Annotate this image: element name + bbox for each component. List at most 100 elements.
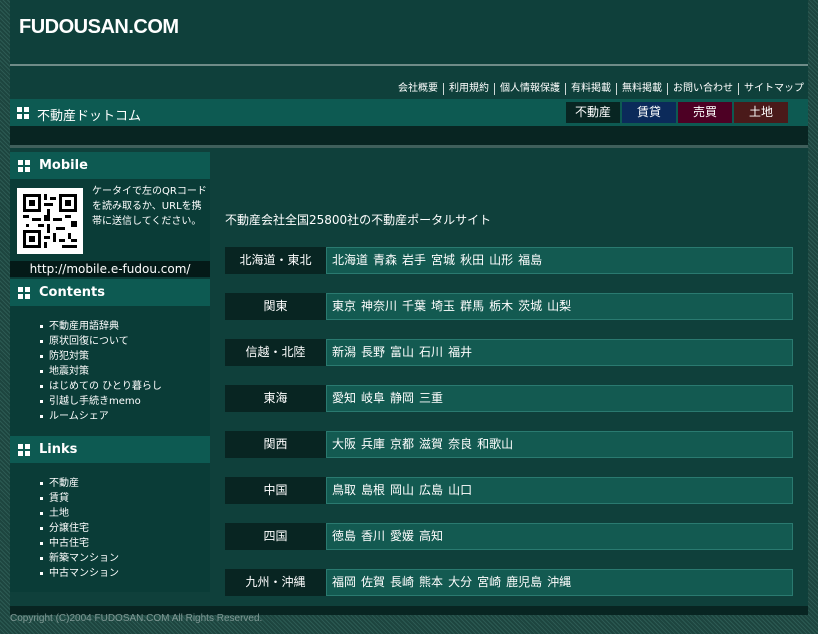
prefecture-links: 東京 神奈川 千葉 埼玉 群馬 栃木 茨城 山梨	[326, 293, 793, 320]
prefecture-link[interactable]: 千葉	[402, 299, 426, 313]
page-frame: FUDOUSAN.COM 会社概要 利用規約 個人情報保護 有料掲載 無料掲載 お問い合わ…	[10, 0, 808, 606]
region-name: 関東	[225, 293, 326, 320]
prefecture-link[interactable]: 大分	[448, 575, 472, 589]
links-list: 不動産 賃貸 土地 分譲住宅 中古住宅 新築マンション 中古マンション	[40, 476, 119, 581]
contents-link[interactable]: 不動産用語辞典	[40, 319, 162, 334]
prefecture-link[interactable]: 石川	[419, 345, 443, 359]
prefecture-link[interactable]: 山梨	[547, 299, 571, 313]
site-logo[interactable]: FUDOUSAN.COM	[19, 16, 179, 39]
mobile-instructions: ケータイで左のQRコードを読み取るか、URLを携帯に送信してください。	[92, 186, 207, 227]
prefecture-link[interactable]: 熊本	[419, 575, 443, 589]
region-name: 中国	[225, 477, 326, 504]
site-name: 不動産ドットコム	[37, 109, 142, 124]
util-link[interactable]: 有料掲載	[566, 83, 617, 95]
prefecture-link[interactable]: 富山	[390, 345, 414, 359]
prefecture-link[interactable]: 大阪	[332, 437, 356, 451]
prefecture-link[interactable]: 鳥取	[332, 483, 356, 497]
links-link[interactable]: 賃貸	[40, 491, 119, 506]
util-link[interactable]: サイトマップ	[739, 83, 804, 95]
links-link[interactable]: 中古住宅	[40, 536, 119, 551]
prefecture-link[interactable]: 福岡	[332, 575, 356, 589]
links-link[interactable]: 土地	[40, 506, 119, 521]
util-link[interactable]: 利用規約	[444, 83, 495, 95]
prefecture-link[interactable]: 香川	[361, 529, 385, 543]
prefecture-link[interactable]: 東京	[332, 299, 356, 313]
prefecture-link[interactable]: 岐阜	[361, 391, 385, 405]
prefecture-link[interactable]: 徳島	[332, 529, 356, 543]
prefecture-link[interactable]: 神奈川	[361, 299, 397, 313]
links-link[interactable]: 中古マンション	[40, 566, 119, 581]
tagline: 不動産会社全国25800社の不動産ポータルサイト	[225, 213, 492, 227]
prefecture-link[interactable]: 秋田	[460, 253, 484, 267]
util-link[interactable]: 無料掲載	[617, 83, 668, 95]
links-link[interactable]: 新築マンション	[40, 551, 119, 566]
prefecture-link[interactable]: 山形	[489, 253, 513, 267]
prefecture-links: 福岡 佐賀 長崎 熊本 大分 宮崎 鹿児島 沖縄	[326, 569, 793, 596]
links-link[interactable]: 分譲住宅	[40, 521, 119, 536]
prefecture-link[interactable]: 岩手	[402, 253, 426, 267]
prefecture-link[interactable]: 滋賀	[419, 437, 443, 451]
contents-link[interactable]: 地震対策	[40, 364, 162, 379]
qr-code	[17, 188, 83, 254]
region-row: 北海道・東北 北海道 青森 岩手 宮城 秋田 山形 福島	[225, 247, 793, 274]
prefecture-link[interactable]: 島根	[361, 483, 385, 497]
prefecture-links: 大阪 兵庫 京都 滋賀 奈良 和歌山	[326, 431, 793, 458]
region-name: 信越・北陸	[225, 339, 326, 366]
qr-code-image	[17, 188, 83, 254]
mobile-url[interactable]: http://mobile.e-fudou.com/	[10, 261, 210, 277]
prefecture-link[interactable]: 新潟	[332, 345, 356, 359]
contents-link[interactable]: 原状回復について	[40, 334, 162, 349]
contents-link[interactable]: 防犯対策	[40, 349, 162, 364]
prefecture-link[interactable]: 愛媛	[390, 529, 414, 543]
region-row: 関西 大阪 兵庫 京都 滋賀 奈良 和歌山	[225, 431, 793, 458]
contents-link[interactable]: 引越し手続きmemo	[40, 394, 162, 409]
category-tab[interactable]: 売買	[678, 102, 732, 123]
links-link[interactable]: 不動産	[40, 476, 119, 491]
prefecture-link[interactable]: 佐賀	[361, 575, 385, 589]
util-link[interactable]: お問い合わせ	[668, 83, 739, 95]
prefecture-link[interactable]: 埼玉	[431, 299, 455, 313]
prefecture-link[interactable]: 静岡	[390, 391, 414, 405]
region-row: 関東 東京 神奈川 千葉 埼玉 群馬 栃木 茨城 山梨	[225, 293, 793, 320]
prefecture-link[interactable]: 京都	[390, 437, 414, 451]
category-tab[interactable]: 土地	[734, 102, 788, 123]
prefecture-link[interactable]: 兵庫	[361, 437, 385, 451]
prefecture-link[interactable]: 三重	[419, 391, 443, 405]
prefecture-link[interactable]: 青森	[373, 253, 397, 267]
prefecture-link[interactable]: 高知	[419, 529, 443, 543]
prefecture-link[interactable]: 長野	[361, 345, 385, 359]
prefecture-link[interactable]: 広島	[419, 483, 443, 497]
prefecture-link[interactable]: 栃木	[489, 299, 513, 313]
util-link[interactable]: 会社概要	[393, 83, 444, 95]
contents-heading: Contents	[10, 279, 210, 306]
grid-icon	[18, 444, 30, 456]
grid-icon	[17, 107, 29, 119]
header-band	[10, 126, 808, 146]
header-divider	[10, 64, 808, 66]
prefecture-link[interactable]: 北海道	[332, 253, 368, 267]
util-link[interactable]: 個人情報保護	[495, 83, 566, 95]
prefecture-link[interactable]: 茨城	[518, 299, 542, 313]
mobile-heading-label: Mobile	[39, 158, 88, 173]
prefecture-link[interactable]: 群馬	[460, 299, 484, 313]
prefecture-link[interactable]: 和歌山	[477, 437, 513, 451]
prefecture-link[interactable]: 宮城	[431, 253, 455, 267]
region-row: 中国 鳥取 島根 岡山 広島 山口	[225, 477, 793, 504]
category-tab[interactable]: 不動産	[566, 102, 620, 123]
prefecture-link[interactable]: 沖縄	[547, 575, 571, 589]
prefecture-link[interactable]: 山口	[448, 483, 472, 497]
region-name: 北海道・東北	[225, 247, 326, 274]
contents-link[interactable]: はじめての ひとり暮らし	[40, 379, 162, 394]
prefecture-link[interactable]: 愛知	[332, 391, 356, 405]
prefecture-link[interactable]: 福井	[448, 345, 472, 359]
prefecture-link[interactable]: 奈良	[448, 437, 472, 451]
contents-heading-label: Contents	[39, 285, 105, 300]
prefecture-link[interactable]: 宮崎	[477, 575, 501, 589]
prefecture-link[interactable]: 岡山	[390, 483, 414, 497]
prefecture-link[interactable]: 鹿児島	[506, 575, 542, 589]
contents-link[interactable]: ルームシェア	[40, 409, 162, 424]
prefecture-link[interactable]: 長崎	[390, 575, 414, 589]
prefecture-links: 北海道 青森 岩手 宮城 秋田 山形 福島	[326, 247, 793, 274]
prefecture-link[interactable]: 福島	[518, 253, 542, 267]
category-tab[interactable]: 賃貸	[622, 102, 676, 123]
